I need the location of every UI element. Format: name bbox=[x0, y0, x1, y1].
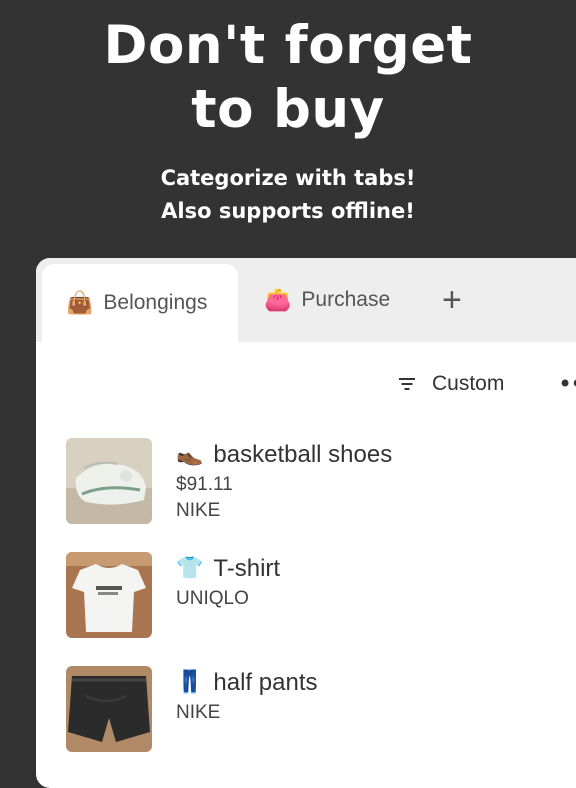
item-name: half pants bbox=[213, 669, 318, 696]
tshirt-icon: 👕 bbox=[176, 556, 204, 581]
item-name: T-shirt bbox=[213, 555, 281, 582]
item-name: basketball shoes bbox=[213, 441, 393, 468]
shoe-icon: 👞 bbox=[176, 442, 204, 467]
tab-bar: 👜 Belongings 👛 Purchase + bbox=[36, 258, 576, 342]
headline: Don't forget to buy bbox=[0, 14, 576, 142]
item-title: 👖 half pants bbox=[176, 666, 317, 700]
add-tab-button[interactable]: + bbox=[442, 258, 462, 342]
headline-line-1: Don't forget bbox=[103, 15, 473, 76]
item-thumbnail bbox=[66, 438, 152, 524]
item-price: $91.11 bbox=[176, 474, 233, 495]
handbag-icon: 👜 bbox=[66, 290, 94, 316]
item-title: 👞 basketball shoes bbox=[176, 438, 392, 472]
item-thumbnail bbox=[66, 666, 152, 752]
tab-belongings-label: Belongings bbox=[103, 291, 208, 314]
item-details: 👕 T-shirt UNIQLO bbox=[176, 552, 280, 612]
item-details: 👞 basketball shoes $91.11 NIKE bbox=[176, 438, 392, 524]
filter-icon bbox=[398, 377, 416, 391]
subheadline: Categorize with tabs! Also supports offl… bbox=[0, 162, 576, 228]
item-brand: UNIQLO bbox=[176, 588, 249, 609]
item-title: 👕 T-shirt bbox=[176, 552, 280, 586]
more-options-icon[interactable]: •• bbox=[558, 370, 576, 398]
headline-line-2: to buy bbox=[191, 79, 385, 140]
tab-belongings[interactable]: 👜 Belongings bbox=[42, 264, 238, 342]
purse-icon: 👛 bbox=[264, 287, 292, 313]
jeans-icon: 👖 bbox=[176, 670, 204, 695]
list-item[interactable]: 👕 T-shirt UNIQLO bbox=[66, 552, 576, 638]
tab-purchase[interactable]: 👛 Purchase bbox=[264, 258, 390, 342]
item-brand: NIKE bbox=[176, 500, 221, 521]
subheadline-line-1: Categorize with tabs! bbox=[160, 166, 416, 190]
item-details: 👖 half pants NIKE bbox=[176, 666, 317, 726]
item-brand: NIKE bbox=[176, 702, 221, 723]
sort-label: Custom bbox=[432, 372, 505, 395]
app-panel: 👜 Belongings 👛 Purchase + Custom •• bbox=[36, 258, 576, 788]
tab-purchase-label: Purchase bbox=[301, 288, 391, 311]
list-item[interactable]: 👞 basketball shoes $91.11 NIKE bbox=[66, 438, 576, 524]
subheadline-line-2: Also supports offline! bbox=[161, 199, 415, 223]
item-thumbnail bbox=[66, 552, 152, 638]
sort-button[interactable]: Custom bbox=[398, 368, 504, 400]
list-item[interactable]: 👖 half pants NIKE bbox=[66, 666, 576, 752]
